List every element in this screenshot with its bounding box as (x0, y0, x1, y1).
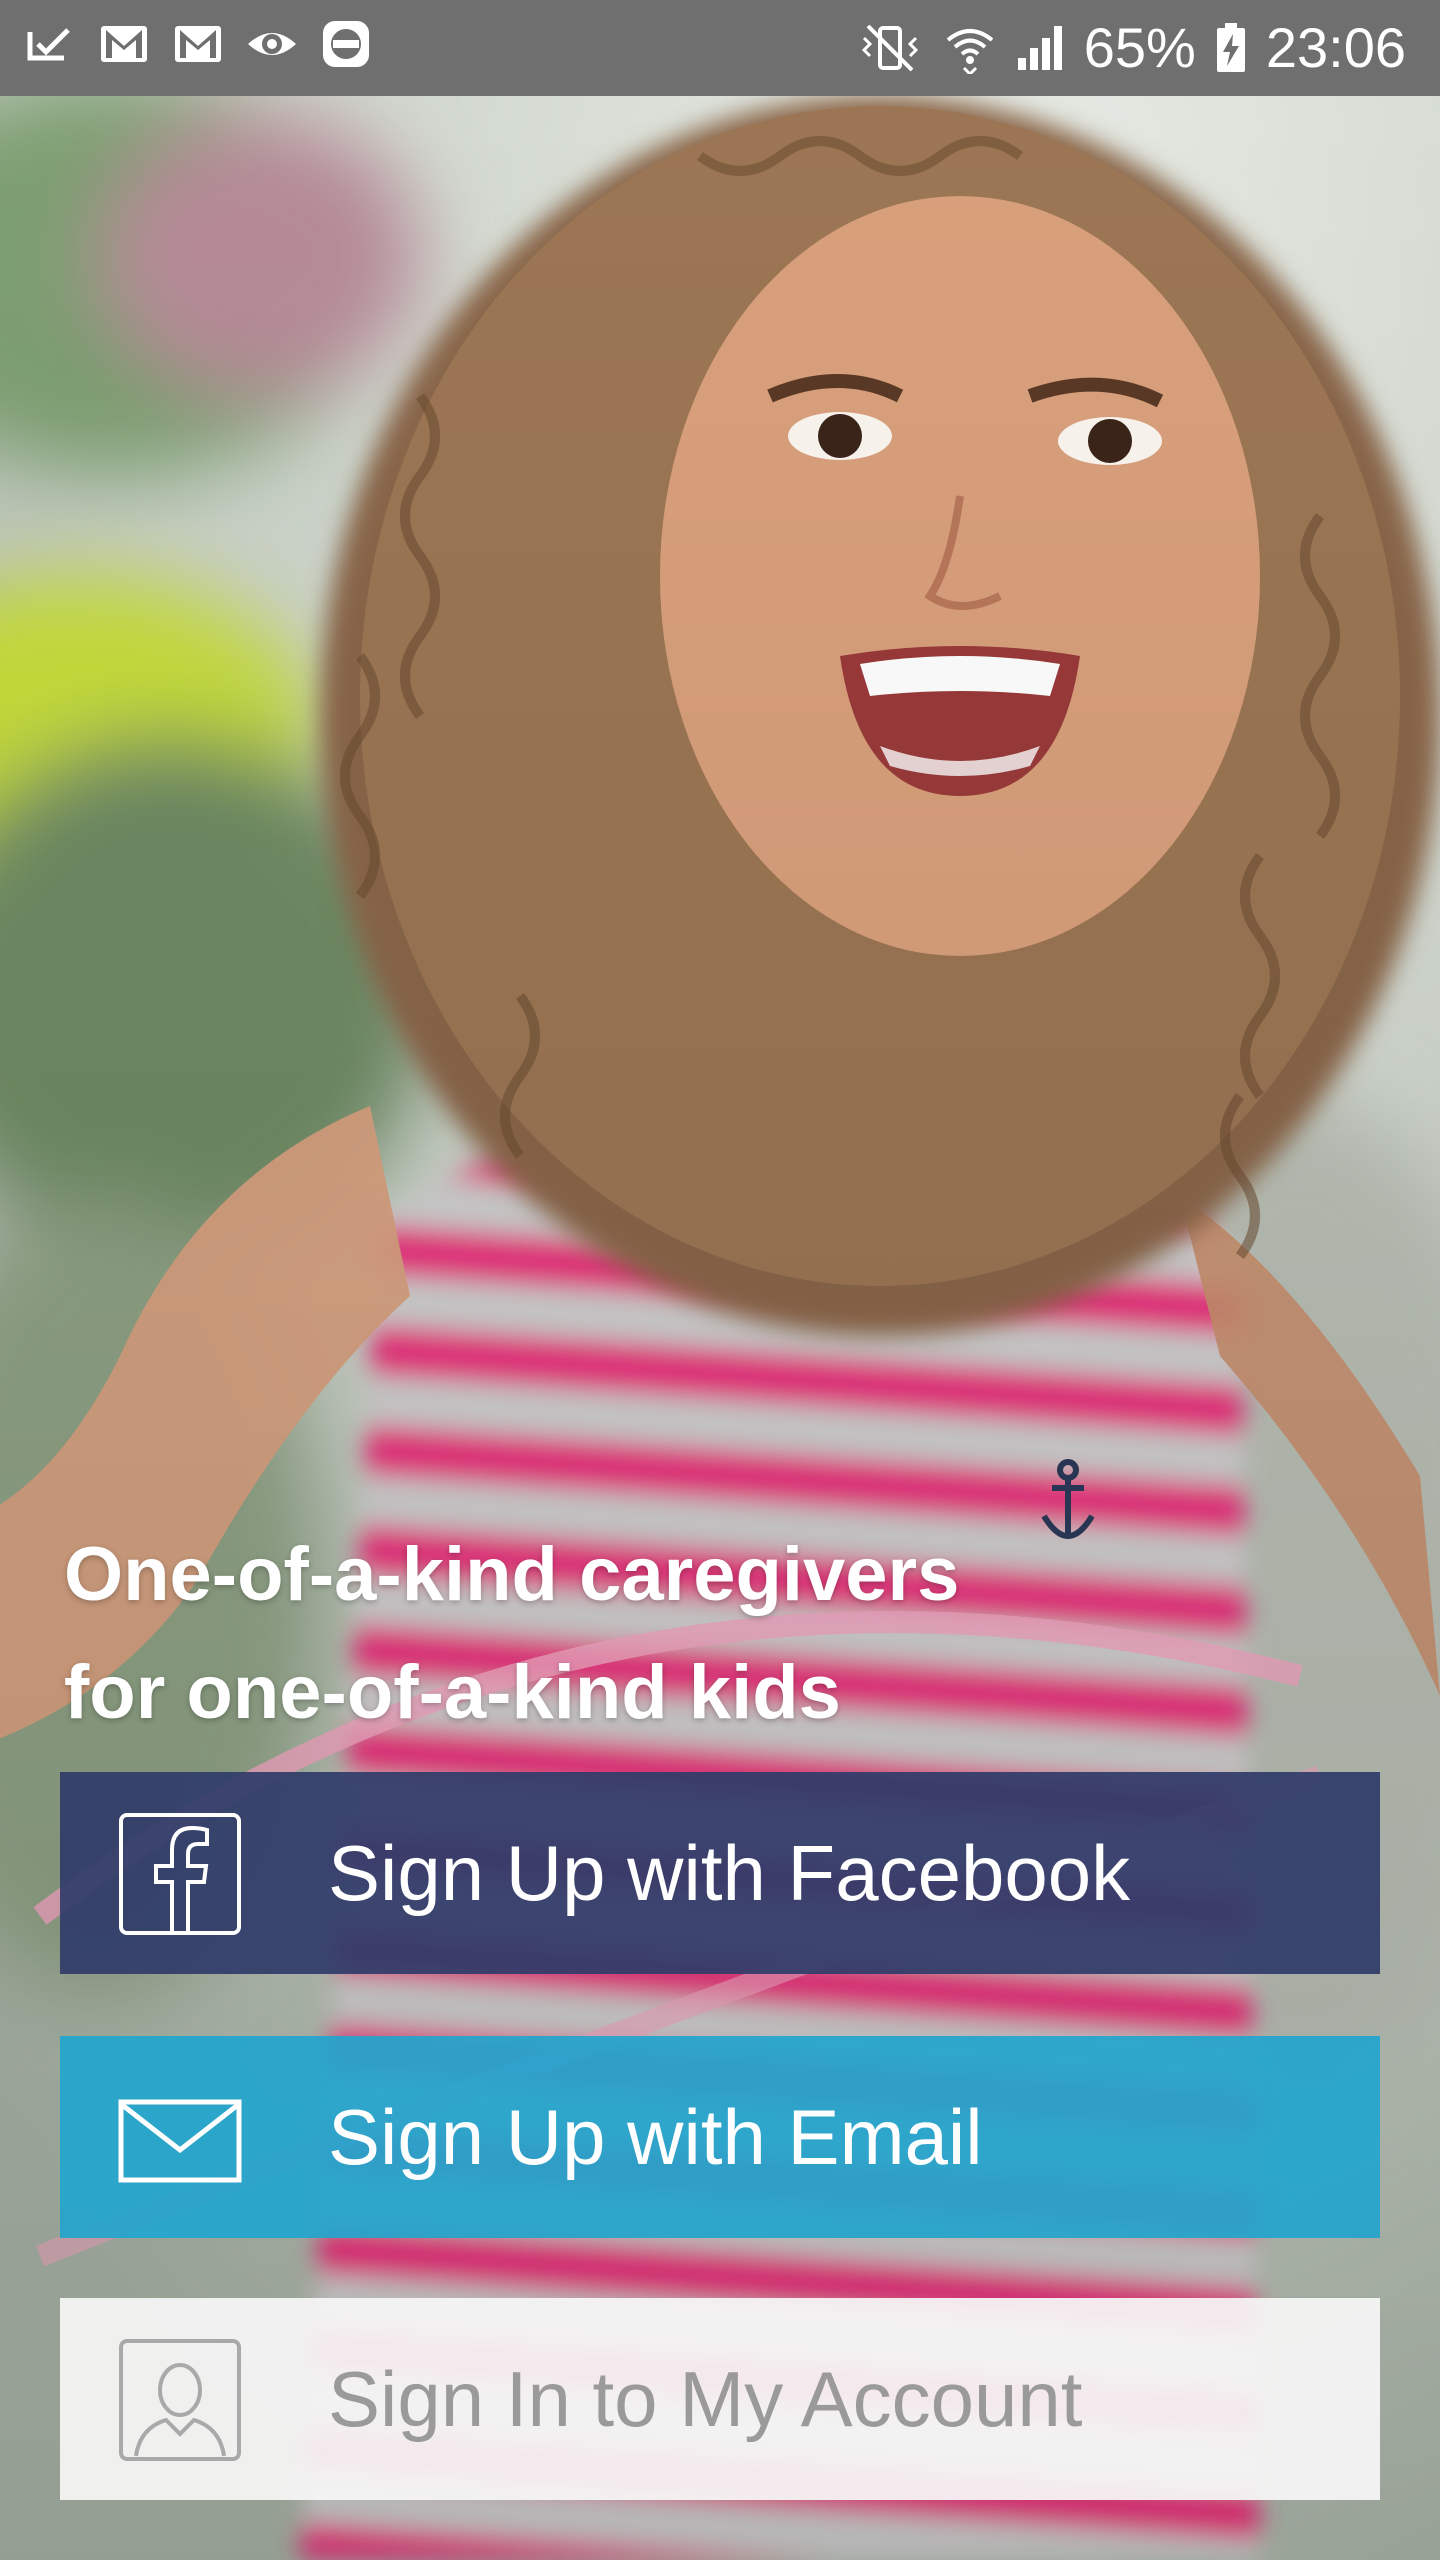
sign-up-email-button[interactable]: Sign Up with Email (60, 2036, 1380, 2238)
gmail-icon (175, 26, 221, 62)
user-icon (119, 2339, 241, 2461)
download-done-icon (27, 28, 70, 61)
status-time: 23:06 (1265, 16, 1406, 79)
headline-line-2: for one-of-a-kind kids (64, 1650, 841, 1735)
signal-icon (1017, 26, 1062, 70)
status-left-icons (24, 18, 372, 70)
vibrate-mute-icon (861, 24, 918, 72)
status-bar: 65% 23:06 (0, 0, 1440, 96)
headline: One-of-a-kind caregivers for one-of-a-ki… (64, 1516, 1364, 1752)
sign-up-facebook-button[interactable]: Sign Up with Facebook (60, 1772, 1380, 1974)
mail-icon (118, 2099, 242, 2183)
sign-in-button[interactable]: Sign In to My Account (60, 2298, 1380, 2500)
sign-up-email-label: Sign Up with Email (328, 2092, 983, 2181)
eye-icon (248, 33, 296, 55)
sign-up-facebook-label: Sign Up with Facebook (328, 1828, 1131, 1917)
battery-percent: 65% (1083, 16, 1196, 79)
gmail-icon (101, 26, 147, 62)
battery-charging-icon (1216, 23, 1245, 72)
sign-in-label: Sign In to My Account (328, 2354, 1083, 2443)
vpn-icon (323, 21, 369, 67)
status-right: 65% 23:06 (854, 12, 1406, 84)
headline-line-1: One-of-a-kind caregivers (64, 1532, 960, 1617)
wifi-icon (946, 29, 994, 74)
screen: 65% 23:06 One-of-a-kind caregivers for o… (0, 0, 1440, 2560)
facebook-icon (119, 1813, 241, 1935)
